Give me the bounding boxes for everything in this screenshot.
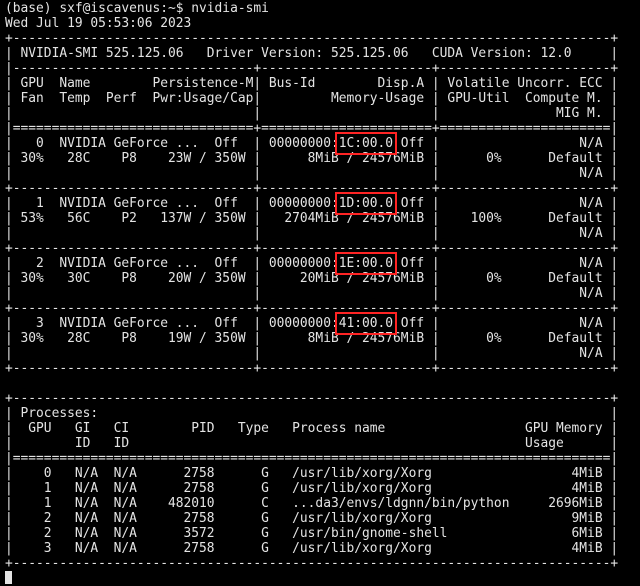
output-line: | 53% 56C P2 137W / 350W | 2704MiB / 245… xyxy=(5,211,619,226)
bus-id-highlight: 1D:00.0 xyxy=(334,192,398,215)
output-line: | 0 N/A N/A 2758 G /usr/lib/xorg/Xorg 4M… xyxy=(5,466,619,481)
terminal-window[interactable]: (base) sxf@iscavenus:~$ nvidia-smi Wed Ju… xyxy=(0,0,640,584)
output-line: | 3 NVIDIA GeForce ... Off | 00000000:41… xyxy=(5,312,640,335)
prompt-line: (base) sxf@iscavenus:~$ nvidia-smi xyxy=(5,1,269,16)
output-line: | | | N/A | xyxy=(5,226,619,241)
output-line: +---------------------------------------… xyxy=(5,391,619,406)
output-line: | 2 N/A N/A 2758 G /usr/lib/xorg/Xorg 9M… xyxy=(5,511,619,526)
output-line: | | | N/A | xyxy=(5,166,619,181)
output-line: | GPU Name Persistence-M| Bus-Id Disp.A … xyxy=(5,76,619,91)
output-line: | 30% 28C P8 23W / 350W | 8MiB / 24576Mi… xyxy=(5,151,619,166)
output-line: |===============================+=======… xyxy=(5,121,619,136)
output-line: | 2 NVIDIA GeForce ... Off | 00000000:1E… xyxy=(5,252,640,275)
output-line: Wed Jul 19 05:53:06 2023 xyxy=(5,16,192,31)
output-line: | 3 N/A N/A 2758 G /usr/lib/xorg/Xorg 4M… xyxy=(5,541,619,556)
output-line: |-------------------------------+-------… xyxy=(5,61,619,76)
output-line: | 1 NVIDIA GeForce ... Off | 00000000:1D… xyxy=(5,192,640,215)
output-line: | | | N/A | xyxy=(5,346,619,361)
output-text: Off | N/A | xyxy=(393,136,619,151)
output-line: +-------------------------------+-------… xyxy=(5,241,619,256)
output-text: Off | N/A | xyxy=(393,256,619,271)
output-line: | NVIDIA-SMI 525.125.06 Driver Version: … xyxy=(5,46,619,61)
output-line: +-------------------------------+-------… xyxy=(5,301,619,316)
output-text: | 0 NVIDIA GeForce ... Off | 00000000: xyxy=(5,136,339,151)
output-line: | 30% 30C P8 20W / 350W | 20MiB / 24576M… xyxy=(5,271,619,286)
output-line: +---------------------------------------… xyxy=(5,31,619,46)
output-text: Off | N/A | xyxy=(393,196,619,211)
output-line: | | | MIG M. | xyxy=(5,106,619,121)
output-line: |=======================================… xyxy=(5,451,619,466)
text-cursor xyxy=(5,571,12,584)
output-line: | 1 N/A N/A 2758 G /usr/lib/xorg/Xorg 4M… xyxy=(5,481,619,496)
output-line: | Fan Temp Perf Pwr:Usage/Cap| Memory-Us… xyxy=(5,91,619,106)
bus-id-highlight: 1C:00.0 xyxy=(334,132,398,155)
bus-id-highlight: 1E:00.0 xyxy=(334,252,398,275)
bus-id-highlight: 41:00.0 xyxy=(334,312,398,335)
output-line: | GPU GI CI PID Type Process name GPU Me… xyxy=(5,421,619,436)
output-text: | 3 NVIDIA GeForce ... Off | 00000000: xyxy=(5,316,339,331)
output-line: +-------------------------------+-------… xyxy=(5,361,619,376)
output-line: | ID ID Usage | xyxy=(5,436,619,451)
cursor-line xyxy=(5,571,640,586)
output-line: | 1 N/A N/A 482010 C ...da3/envs/ldgnn/b… xyxy=(5,496,619,511)
output-line: | 2 N/A N/A 3572 G /usr/bin/gnome-shell … xyxy=(5,526,619,541)
output-line: | 0 NVIDIA GeForce ... Off | 00000000:1C… xyxy=(5,132,640,155)
output-text: Off | N/A | xyxy=(393,316,619,331)
output-line: | Processes: | xyxy=(5,406,619,421)
output-line: | | | N/A | xyxy=(5,286,619,301)
output-line: +-------------------------------+-------… xyxy=(5,181,619,196)
output-text: | 1 NVIDIA GeForce ... Off | 00000000: xyxy=(5,196,339,211)
output-text: | 2 NVIDIA GeForce ... Off | 00000000: xyxy=(5,256,339,271)
output-line: | 30% 28C P8 19W / 350W | 8MiB / 24576Mi… xyxy=(5,331,619,346)
output-line: +---------------------------------------… xyxy=(5,556,619,571)
